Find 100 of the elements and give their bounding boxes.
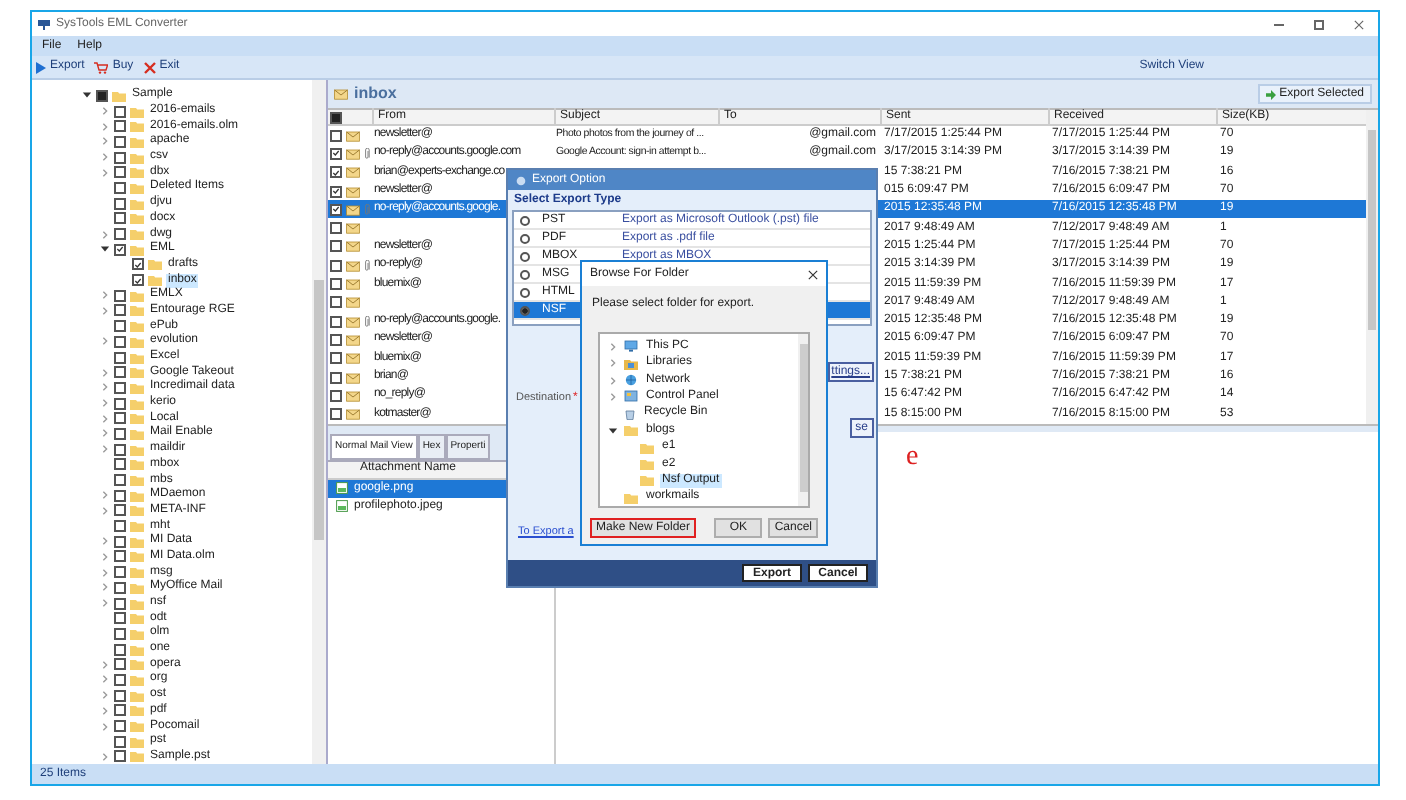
- checkbox[interactable]: [330, 371, 342, 383]
- checkbox[interactable]: [114, 135, 126, 148]
- envelope-icon: [345, 371, 359, 383]
- checkbox[interactable]: [114, 550, 126, 563]
- checkbox[interactable]: [114, 427, 126, 440]
- expanded-arrow-icon[interactable]: [82, 90, 92, 101]
- library-icon: [624, 357, 638, 370]
- checkbox[interactable]: [330, 129, 342, 142]
- checkbox[interactable]: [114, 566, 126, 579]
- checkbox[interactable]: [114, 166, 126, 179]
- envelope-icon: [345, 222, 359, 235]
- checkbox[interactable]: [330, 185, 342, 198]
- checkbox[interactable]: [330, 203, 342, 216]
- envelope-icon: [345, 278, 359, 291]
- checkbox[interactable]: [330, 278, 342, 291]
- envelope-icon: [345, 408, 359, 421]
- checkbox[interactable]: [330, 259, 342, 272]
- checkbox[interactable]: [114, 673, 126, 686]
- envelope-icon: [345, 389, 359, 402]
- checkbox[interactable]: [330, 389, 342, 402]
- envelope-icon: [345, 166, 359, 179]
- scrollbar[interactable]: [798, 334, 808, 506]
- checkbox[interactable]: [114, 750, 126, 763]
- checkbox[interactable]: [114, 535, 126, 548]
- cart-icon: [94, 61, 109, 73]
- checkbox[interactable]: [114, 704, 126, 717]
- play-icon: [36, 61, 46, 73]
- checkbox[interactable]: [114, 658, 126, 671]
- checkbox[interactable]: [114, 289, 126, 302]
- checkbox[interactable]: [114, 474, 126, 487]
- envelope-icon: [345, 240, 359, 253]
- checkbox[interactable]: [114, 151, 126, 164]
- checkbox[interactable]: [114, 412, 126, 425]
- checkbox[interactable]: [114, 720, 126, 733]
- checkbox[interactable]: [330, 222, 342, 235]
- checkbox[interactable]: [114, 520, 126, 533]
- envelope-icon: [334, 88, 348, 100]
- control-panel-icon: [624, 390, 638, 403]
- preview-letter: e: [906, 441, 919, 472]
- checkbox[interactable]: [114, 105, 126, 118]
- checkbox[interactable]: [114, 489, 126, 502]
- scrollbar[interactable]: [312, 80, 326, 764]
- expanded-arrow-icon[interactable]: [608, 425, 618, 436]
- radio-button[interactable]: [520, 269, 530, 279]
- checkbox[interactable]: [114, 320, 126, 333]
- checkbox[interactable]: [132, 274, 144, 287]
- close-icon: [143, 61, 156, 73]
- envelope-icon: [345, 352, 359, 365]
- checkbox[interactable]: [114, 181, 126, 194]
- checkbox[interactable]: [114, 504, 126, 517]
- envelope-icon: [345, 315, 359, 328]
- checkbox[interactable]: [114, 381, 126, 394]
- checkbox[interactable]: [330, 352, 342, 365]
- checkbox[interactable]: [114, 212, 126, 225]
- checkbox[interactable]: [114, 335, 126, 348]
- checkbox[interactable]: [330, 240, 342, 253]
- checkbox[interactable]: [114, 351, 126, 364]
- checkbox[interactable]: [114, 597, 126, 610]
- checkbox[interactable]: [114, 735, 126, 748]
- radio-button[interactable]: [520, 251, 530, 261]
- envelope-icon: [345, 185, 359, 198]
- radio-button[interactable]: [520, 233, 530, 243]
- minimize-icon[interactable]: [1274, 23, 1284, 25]
- maximize-icon[interactable]: [1314, 19, 1324, 29]
- export-arrow-icon: [1265, 89, 1276, 99]
- close-icon[interactable]: [1354, 19, 1364, 29]
- checkbox[interactable]: [96, 89, 108, 102]
- checkbox[interactable]: [114, 458, 126, 471]
- checkbox[interactable]: [330, 111, 342, 123]
- expanded-arrow-icon[interactable]: [100, 244, 110, 255]
- checkbox[interactable]: [114, 304, 126, 317]
- checkbox[interactable]: [114, 228, 126, 241]
- checkbox[interactable]: [330, 408, 342, 421]
- checkbox[interactable]: [330, 333, 342, 346]
- checkbox[interactable]: [114, 197, 126, 210]
- envelope-icon: [345, 129, 359, 142]
- checkbox[interactable]: [114, 689, 126, 702]
- checkbox[interactable]: [132, 258, 144, 271]
- checkbox[interactable]: [114, 120, 126, 133]
- monitor-icon: [624, 340, 638, 353]
- close-icon[interactable]: [808, 269, 818, 279]
- envelope-icon: [345, 147, 359, 160]
- checkbox[interactable]: [114, 612, 126, 625]
- checkbox[interactable]: [330, 315, 342, 328]
- checkbox[interactable]: [114, 397, 126, 410]
- network-icon: [624, 374, 638, 387]
- radio-button[interactable]: [520, 215, 530, 225]
- checkbox[interactable]: [330, 147, 342, 160]
- checkbox[interactable]: [114, 581, 126, 594]
- checkbox[interactable]: [114, 366, 126, 379]
- radio-button[interactable]: [520, 287, 530, 297]
- checkbox[interactable]: [114, 643, 126, 656]
- checkbox[interactable]: [114, 443, 126, 456]
- scrollbar[interactable]: [1366, 110, 1378, 424]
- checkbox[interactable]: [114, 627, 126, 640]
- checkbox[interactable]: [330, 296, 342, 309]
- checkbox[interactable]: [330, 166, 342, 179]
- checkbox[interactable]: [114, 243, 126, 256]
- radio-button[interactable]: [520, 305, 530, 315]
- app-logo-icon: [516, 175, 526, 185]
